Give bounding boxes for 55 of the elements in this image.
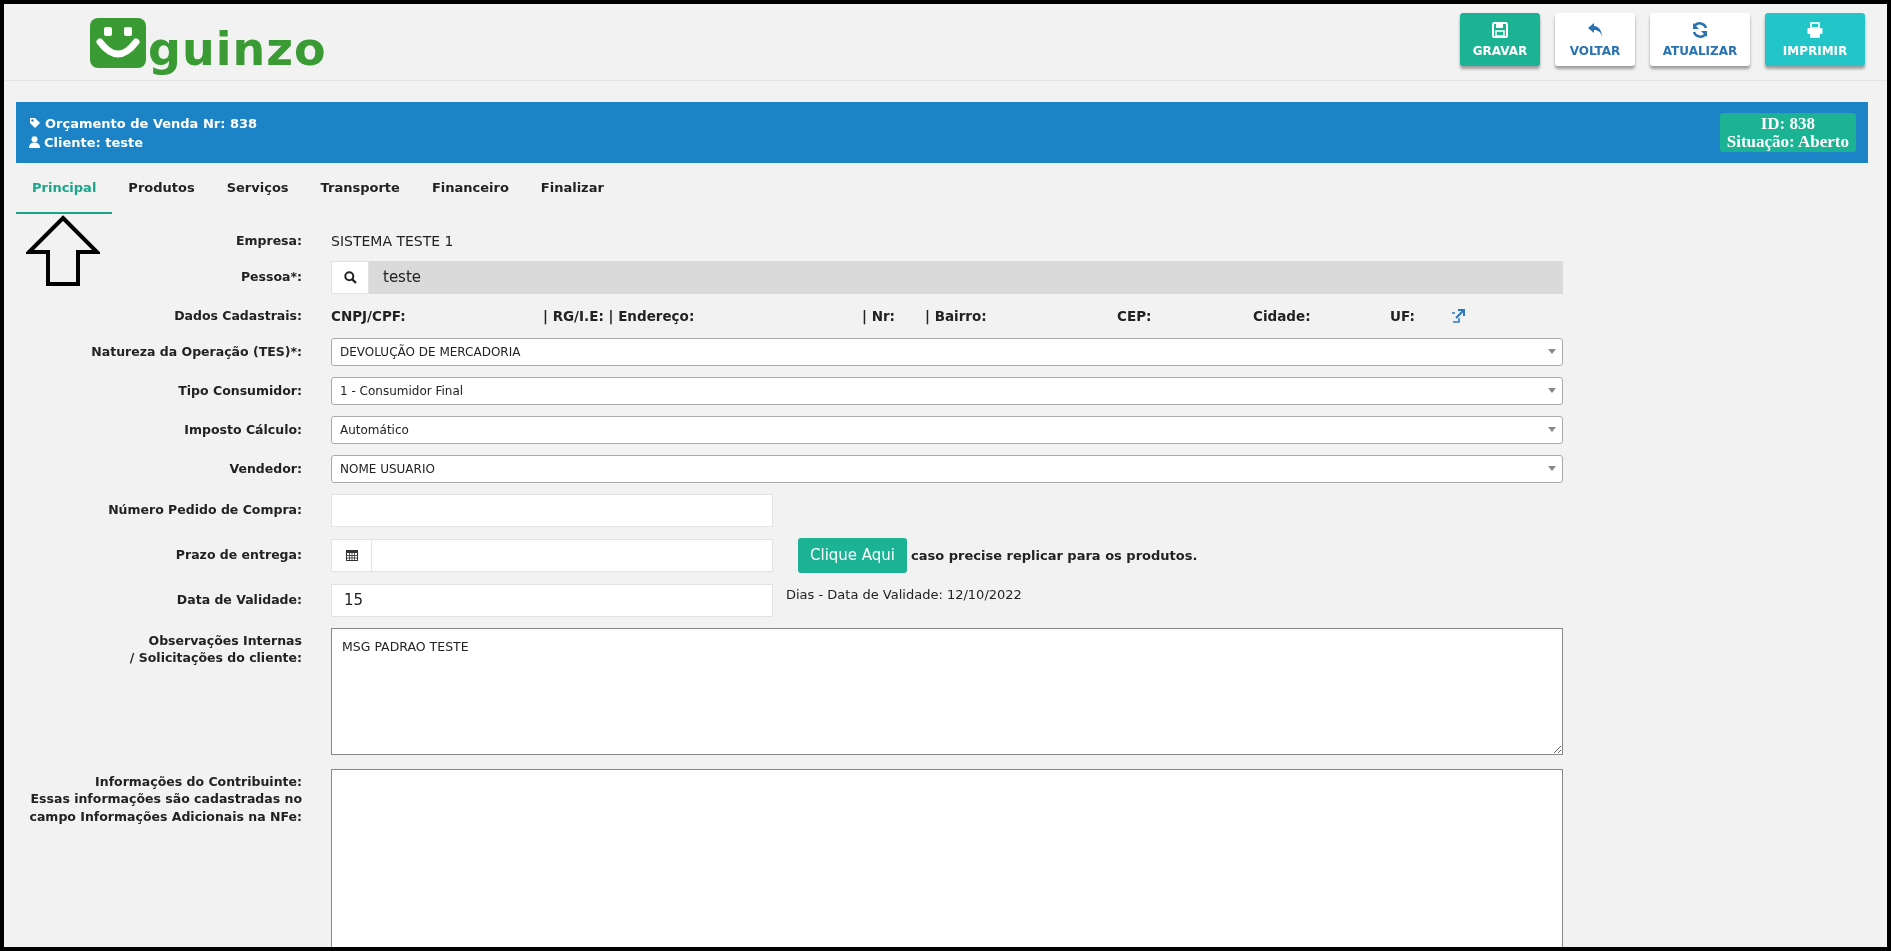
dropdown[interactable]: DEVOLUÇÃO DE MERCADORIA bbox=[331, 337, 1563, 366]
tab[interactable]: Transporte bbox=[304, 163, 416, 214]
field-label: Tipo Consumidor: bbox=[177, 381, 302, 400]
field-label: Vendedor: bbox=[228, 459, 302, 478]
detail-label: | Nr: bbox=[862, 307, 896, 324]
detail-label: | Bairro: bbox=[925, 307, 988, 324]
caret-icon bbox=[1548, 466, 1556, 471]
logo-icon bbox=[90, 18, 146, 68]
tab[interactable]: Produtos bbox=[112, 163, 211, 214]
order-title: Orçamento de Venda Nr: 838 bbox=[45, 115, 258, 131]
dropdown[interactable]: 1 - Consumidor Final bbox=[331, 376, 1563, 405]
field-label: Data de Validade: bbox=[175, 591, 302, 609]
field-label: Dados Cadastrais: bbox=[173, 306, 302, 325]
field-label: Número Pedido de Compra: bbox=[107, 501, 302, 519]
calendar-icon bbox=[345, 549, 358, 561]
input-field[interactable]: 15 bbox=[331, 583, 773, 617]
text-area[interactable] bbox=[331, 768, 1563, 947]
field-label: Informações do Contribuinte: Essas informações são cadastradas no campo Informações Adicionais na NFe: bbox=[28, 772, 302, 825]
field-label: Pessoa*: bbox=[239, 268, 302, 286]
field-label: Natureza da Operação (TES)*: bbox=[90, 342, 302, 361]
refresh-icon bbox=[1691, 21, 1709, 39]
field-label: Empresa: bbox=[234, 232, 302, 250]
detail-label: Cidade: bbox=[1253, 307, 1312, 324]
dropdown[interactable]: NOME USUARIO bbox=[331, 454, 1563, 483]
back-button[interactable]: VOLTAR bbox=[1555, 13, 1635, 66]
field-label: Imposto Cálculo: bbox=[183, 420, 302, 439]
tab[interactable]: Finalizar bbox=[524, 163, 620, 214]
validity-note: Dias - Data de Validade: 12/10/2022 bbox=[786, 586, 1022, 602]
detail-label: | RG/I.E: | Endereço: bbox=[543, 307, 696, 324]
detail-label: UF: bbox=[1390, 307, 1416, 324]
text-area[interactable]: MSG PADRAO TESTE bbox=[331, 627, 1563, 755]
replicate-hint: caso precise replicar para os produtos. bbox=[911, 547, 1198, 563]
dropdown[interactable]: Automático bbox=[331, 415, 1563, 444]
tag-icon bbox=[29, 117, 41, 129]
search-icon bbox=[343, 270, 357, 284]
field-label: Prazo de entrega: bbox=[174, 546, 302, 564]
user-icon bbox=[29, 136, 40, 148]
caret-icon bbox=[1548, 349, 1556, 354]
input-field[interactable] bbox=[331, 493, 773, 527]
field-label: Observações Internas / Solicitações do cliente: bbox=[128, 631, 302, 667]
status-badge: ID: 838 Situação: Aberto bbox=[1719, 112, 1856, 153]
caret-icon bbox=[1548, 427, 1556, 432]
person-search-field[interactable]: teste bbox=[331, 260, 1563, 294]
external-link-icon[interactable] bbox=[1450, 307, 1466, 324]
tab[interactable]: Financeiro bbox=[415, 163, 525, 214]
detail-label: CNPJ/CPF: bbox=[331, 307, 407, 324]
caret-icon bbox=[1548, 388, 1556, 393]
back-arrow-icon bbox=[1586, 21, 1604, 39]
detail-label: CEP: bbox=[1117, 307, 1153, 324]
tab[interactable]: Serviços bbox=[210, 163, 305, 214]
printer-icon bbox=[1806, 21, 1824, 39]
refresh-button[interactable]: ATUALIZAR bbox=[1650, 13, 1750, 66]
company-name: SISTEMA TESTE 1 bbox=[331, 232, 455, 249]
date-field[interactable] bbox=[331, 538, 773, 572]
client-name: Cliente: teste bbox=[44, 134, 144, 150]
